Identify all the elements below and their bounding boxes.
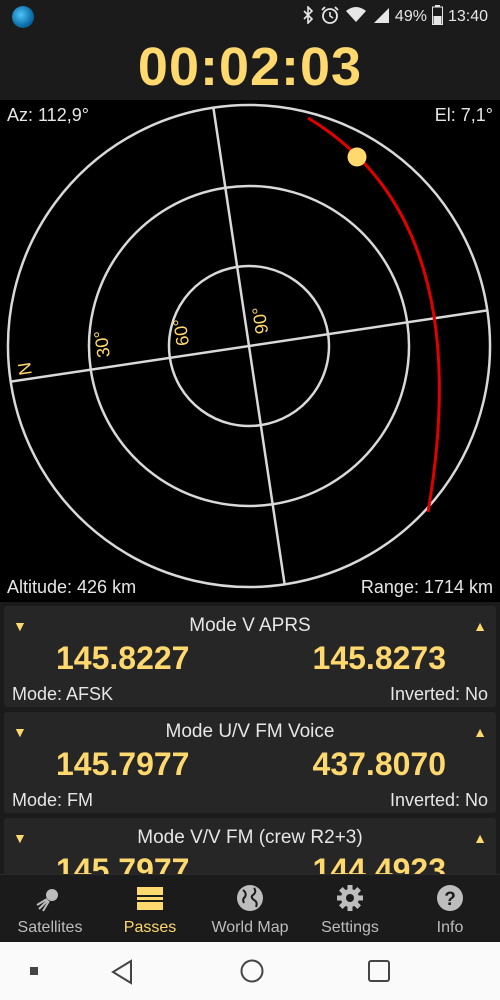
sky-radar: N 30° 60° 90° Az: 112,9° El: 7,1° Altitu… bbox=[0, 100, 500, 602]
back-icon[interactable] bbox=[110, 959, 134, 990]
uplink-frequency: 145.8273 bbox=[312, 640, 446, 676]
passes-icon bbox=[135, 883, 165, 913]
ns-axis bbox=[212, 107, 286, 585]
elevation-readout: El: 7,1° bbox=[434, 105, 493, 125]
transponder-card[interactable]: ▼ ▲ Mode U/V FM Voice 145.7977 437.8070 … bbox=[4, 712, 496, 813]
satellite-position bbox=[347, 147, 367, 167]
radar-plot: N 30° 60° 90° bbox=[6, 103, 492, 589]
transponder-mode: Mode: FM bbox=[12, 790, 94, 810]
uplink-frequency: 144.4923 bbox=[312, 852, 446, 874]
tab-passes[interactable]: Passes bbox=[100, 875, 200, 942]
recents-dot-icon[interactable] bbox=[30, 967, 38, 975]
tab-label: Satellites bbox=[17, 919, 83, 936]
tab-info[interactable]: ? Info bbox=[400, 875, 500, 942]
bluetooth-icon bbox=[301, 5, 315, 28]
tab-satellites[interactable]: Satellites bbox=[0, 875, 100, 942]
globe-icon bbox=[235, 883, 265, 913]
downlink-frequency: 145.8227 bbox=[56, 640, 190, 676]
range-readout: Range: 1714 km bbox=[360, 577, 493, 597]
battery-percent: 49% bbox=[394, 8, 427, 25]
ring-label-30: 30° bbox=[90, 329, 114, 359]
transponder-card[interactable]: ▼ ▲ Mode V/V FM (crew R2+3) 145.7977 144… bbox=[4, 818, 496, 874]
ring-label-90: 90° bbox=[248, 305, 272, 335]
app-globe-icon bbox=[12, 6, 34, 28]
transponder-title: Mode V/V FM (crew R2+3) bbox=[137, 827, 363, 848]
downlink-frequency: 145.7977 bbox=[56, 746, 190, 782]
tab-label: Settings bbox=[321, 919, 379, 936]
home-icon[interactable] bbox=[240, 959, 264, 988]
transponder-list[interactable]: ▼ ▲ Mode V APRS 145.8227 145.8273 Mode: … bbox=[0, 602, 500, 874]
alarm-icon bbox=[320, 5, 340, 29]
transponder-card[interactable]: ▼ ▲ Mode V APRS 145.8227 145.8273 Mode: … bbox=[4, 606, 496, 707]
system-navigation-bar bbox=[0, 942, 500, 1000]
transponder-title: Mode V APRS bbox=[189, 615, 311, 636]
ring-label-60: 60° bbox=[169, 317, 193, 347]
tab-label: World Map bbox=[211, 919, 289, 936]
uplink-frequency: 437.8070 bbox=[312, 746, 446, 782]
azimuth-readout: Az: 112,9° bbox=[7, 105, 89, 125]
transponder-inverted: Inverted: No bbox=[389, 684, 488, 704]
clock: 13:40 bbox=[447, 8, 488, 25]
pass-countdown-timer: 00:02:03 bbox=[0, 34, 500, 100]
gear-icon bbox=[335, 883, 365, 913]
tab-world-map[interactable]: World Map bbox=[200, 875, 300, 942]
north-label: N bbox=[14, 361, 36, 377]
signal-icon bbox=[372, 6, 390, 28]
overview-icon[interactable] bbox=[368, 960, 390, 987]
transponder-title: Mode U/V FM Voice bbox=[165, 721, 335, 742]
battery-icon bbox=[431, 5, 443, 29]
transponder-mode: Mode: AFSK bbox=[12, 684, 114, 704]
tab-label: Passes bbox=[123, 919, 177, 936]
satellite-icon bbox=[35, 883, 65, 913]
downlink-frequency: 145.7977 bbox=[56, 852, 190, 874]
altitude-readout: Altitude: 426 km bbox=[7, 577, 137, 597]
tab-settings[interactable]: Settings bbox=[300, 875, 400, 942]
info-icon: ? bbox=[435, 883, 465, 913]
tab-label: Info bbox=[436, 919, 464, 936]
svg-text:?: ? bbox=[444, 889, 456, 910]
bottom-navigation: Satellites Passes World Map Settings ? I… bbox=[0, 874, 500, 942]
wifi-icon bbox=[345, 6, 367, 28]
transponder-inverted: Inverted: No bbox=[389, 790, 488, 810]
status-bar: 49% 13:40 bbox=[0, 0, 500, 34]
